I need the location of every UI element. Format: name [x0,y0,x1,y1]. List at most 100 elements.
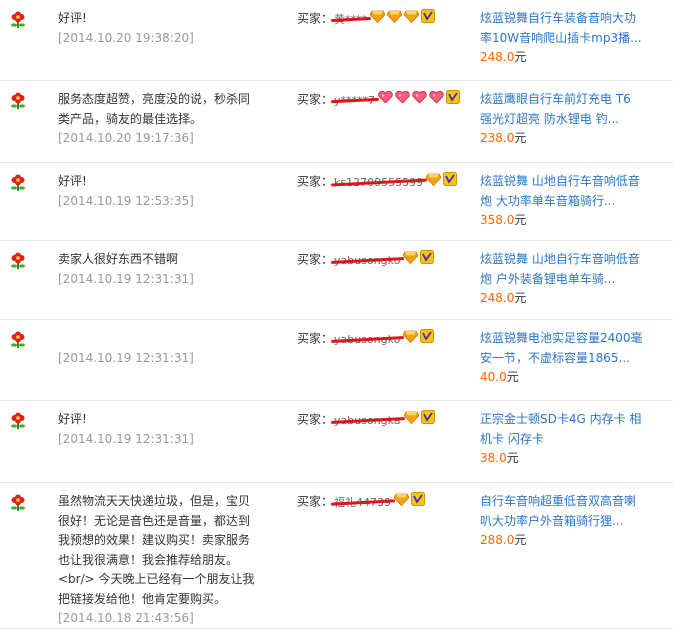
buyer-label: 买家： [297,412,334,427]
review-row: 卖家人很好东西不错啊 [2014.10.19 12:31:31] 买家：yabuso… [0,241,673,320]
review-row: 服务态度超赞，亮度没的说，秒杀同 类产品，骑友的最佳选择。 [2014.10.20 … [0,81,673,163]
positive-rating-flower-icon [9,412,27,430]
buyer-label: 买家： [297,331,334,346]
diamond-credit-icon [393,493,410,513]
comment-line: 好评! [58,412,87,426]
product-link-line[interactable]: 炮 户外装备锂电单车骑... [480,270,650,290]
product-link-line[interactable]: 强光灯超亮 防水锂电 钓... [480,110,650,130]
review-timestamp: [2014.10.19 12:31:31] [58,431,194,446]
product-link-line[interactable]: 炫蓝锐舞电池实足容量2400毫 [480,329,650,349]
currency-label: 元 [514,50,527,64]
heart-credit-icon [395,90,410,111]
product-price: 248.0元 [480,48,650,68]
buyer-label: 买家： [297,494,334,509]
product-price: 38.0元 [480,449,650,469]
product-info: 炫蓝锐舞 山地自行车音响低音炮 大功率单车音箱骑行... 358.0元 [480,172,650,231]
product-link-line[interactable]: 安一节，不虚标容量1865... [480,349,650,369]
comment-line: 卖家人很好东西不错啊 [58,252,179,266]
review-comment: 好评! [2014.10.19 12:53:35] [58,172,258,211]
diamond-credit-icon [402,330,419,350]
buyer-info: 买家：yabusongko [297,250,462,271]
vip-badge-icon [411,492,426,513]
product-price: 238.0元 [480,129,650,149]
currency-label: 元 [514,213,527,227]
comment-line: 也让我很满意！我会推荐给朋友。 [58,552,239,567]
positive-rating-flower-icon [9,11,27,29]
vip-badge-icon [446,90,461,111]
diamond-credit-icon [403,411,420,431]
buyer-name-redacted: yabusongko [333,330,401,350]
review-comment: 好评! [2014.10.19 12:31:31] [58,410,258,449]
comment-line: 很好！无论是音色还是音量，都达到 [58,513,251,528]
product-link-line[interactable]: 自行车音响超重低音双高音喇 [480,492,650,512]
price-value: 248.0 [480,50,515,64]
product-link-line[interactable]: 炮 大功率单车音箱骑行... [480,192,650,212]
review-row: 好评! [2014.10.19 12:31:31] 买家：yabusongka 正宗金… [0,401,673,483]
review-row: [2014.10.19 12:31:31] 买家：yabusongko 炫蓝锐舞电池… [0,320,673,401]
product-link-line[interactable]: 炫蓝锐舞 山地自行车音响低音 [480,172,650,192]
buyer-label: 买家： [297,252,334,267]
price-value: 38.0 [480,451,507,465]
currency-label: 元 [514,291,527,305]
positive-rating-flower-icon [9,331,27,349]
heart-credit-icon [429,90,444,111]
positive-rating-flower-icon [9,252,27,270]
positive-rating-flower-icon [9,92,27,110]
buyer-name-redacted: 福礼44739 [333,493,392,513]
heart-credit-icon [378,90,393,111]
review-list: 好评! [2014.10.20 19:38:20] 买家：黄**** 炫蓝锐舞自行车装… [0,0,673,629]
review-timestamp: [2014.10.18 21:43:56] [58,611,194,625]
vip-badge-icon [420,250,435,271]
buyer-name-redacted: yabusongka [333,411,402,431]
positive-rating-flower-icon [9,494,27,512]
product-link-line[interactable]: 炫蓝锐舞自行车装备音响大功 [480,9,650,29]
review-timestamp: [2014.10.20 19:38:20] [58,30,194,45]
review-comment: 服务态度超赞，亮度没的说，秒杀同 类产品，骑友的最佳选择。 [2014.10.20 … [58,90,258,149]
buyer-info: 买家：yabusongko [297,329,462,350]
diamond-credit-icon [369,10,386,30]
comment-line: 我预想的效果！建议购买！卖家服务 [58,533,251,547]
product-link-line[interactable]: 炫蓝锐舞 山地自行车音响低音 [480,250,650,270]
review-comment: 虽然物流天天快递垃圾，但是，宝贝 很好！无论是音色还是音量，都达到 我预想的效果！建… [58,492,258,629]
comment-line: 虽然物流天天快递垃圾，但是，宝贝 [58,494,251,508]
product-price: 288.0元 [480,531,650,551]
buyer-info: 买家：ks12700555599 [297,172,462,193]
product-link-line[interactable]: 叭大功率户外音箱骑行狸... [480,512,650,532]
product-link-line[interactable]: 率10W音响爬山插卡mp3播... [480,29,650,49]
buyer-name-redacted: ks12700555599 [333,173,424,193]
product-info: 炫蓝锐舞自行车装备音响大功 率10W音响爬山插卡mp3播... 248.0元 [480,9,650,68]
review-timestamp: [2014.10.19 12:31:31] [58,271,194,286]
price-value: 238.0 [480,131,515,145]
heart-credit-icon [412,90,427,111]
vip-badge-icon [420,410,435,431]
price-value: 288.0 [480,533,515,547]
review-comment: 卖家人很好东西不错啊 [2014.10.19 12:31:31] [58,250,258,289]
product-link-line[interactable]: 正宗金士顿SD卡4G 内存卡 相 [480,410,650,430]
vip-badge-icon [443,172,458,193]
comment-line: <br/> 今天晚上已经有一个朋友让我 [58,572,255,586]
comment-line: 好评! [58,11,87,25]
review-comment: 好评! [2014.10.20 19:38:20] [58,9,258,48]
diamond-credit-icon [386,10,403,30]
product-info: 炫蓝锐舞电池实足容量2400毫 安一节，不虚标容量1865... 40.0元 [480,329,650,388]
comment-line: 类产品，骑友的最佳选择。 [58,111,203,126]
vip-badge-icon [420,329,435,350]
diamond-credit-icon [403,10,420,30]
product-price: 40.0元 [480,368,650,388]
review-row: 虽然物流天天快递垃圾，但是，宝贝 很好！无论是音色还是音量，都达到 我预想的效果！建… [0,483,673,629]
buyer-info: 买家：黄**** [297,9,462,30]
buyer-name-redacted: 黄**** [333,10,368,30]
currency-label: 元 [514,131,527,145]
product-link-line[interactable]: 炫蓝鹰眼自行车前灯充电 T6 [480,90,650,110]
price-value: 358.0 [480,213,515,227]
review-timestamp: [2014.10.19 12:53:35] [58,193,194,208]
diamond-credit-icon [425,173,442,193]
buyer-info: 买家：y*****7 [297,90,462,111]
diamond-credit-icon [402,251,419,271]
comment-line: 服务态度超赞，亮度没的说，秒杀同 [58,92,251,106]
product-link-line[interactable]: 机卡 闪存卡 [480,430,650,450]
buyer-label: 买家： [297,174,334,189]
buyer-info: 买家：福礼44739 [297,492,462,513]
review-timestamp: [2014.10.19 12:31:31] [58,350,194,365]
buyer-label: 买家： [297,11,334,26]
